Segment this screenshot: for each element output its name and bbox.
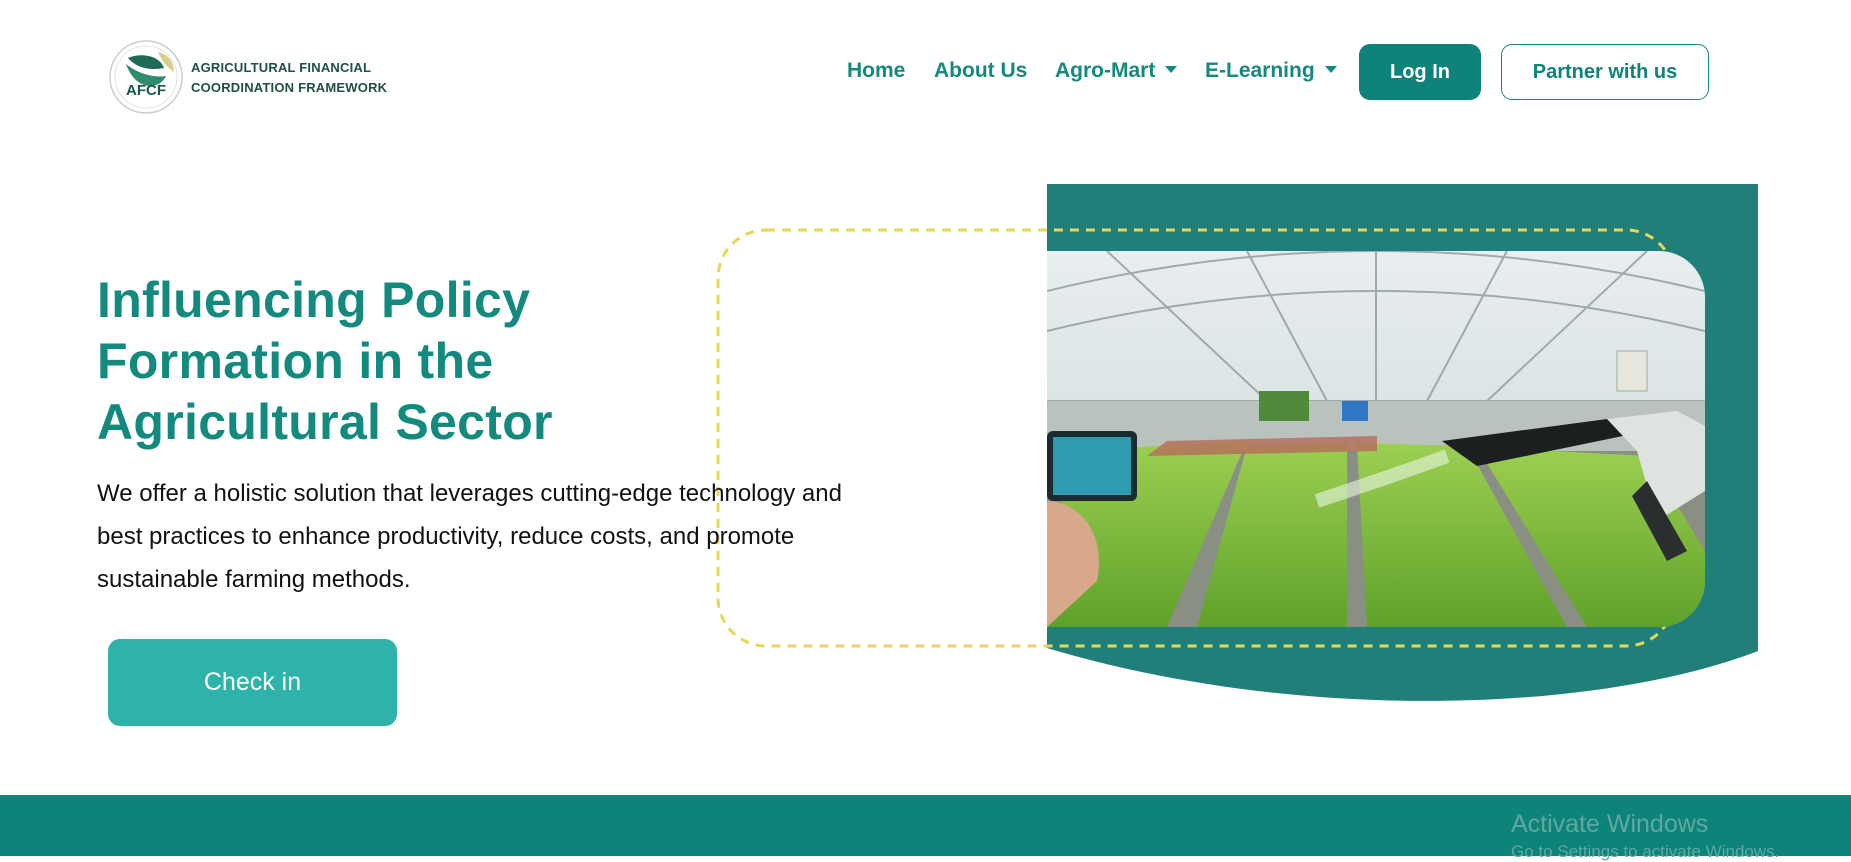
hero-desc-line-1: We offer a holistic solution that levera… bbox=[97, 480, 842, 507]
activate-windows-subtitle: Go to Settings to activate Windows. bbox=[1511, 842, 1780, 861]
activate-windows-title: Activate Windows bbox=[1511, 810, 1709, 838]
hero-description: We offer a holistic solution that levera… bbox=[97, 472, 897, 601]
hero-desc-line-3: sustainable farming methods. bbox=[97, 566, 411, 593]
greenhouse-illustration bbox=[1047, 251, 1705, 627]
greenhouse-photo bbox=[1047, 251, 1705, 627]
hero-desc-line-2: best practices to enhance productivity, … bbox=[97, 523, 795, 550]
